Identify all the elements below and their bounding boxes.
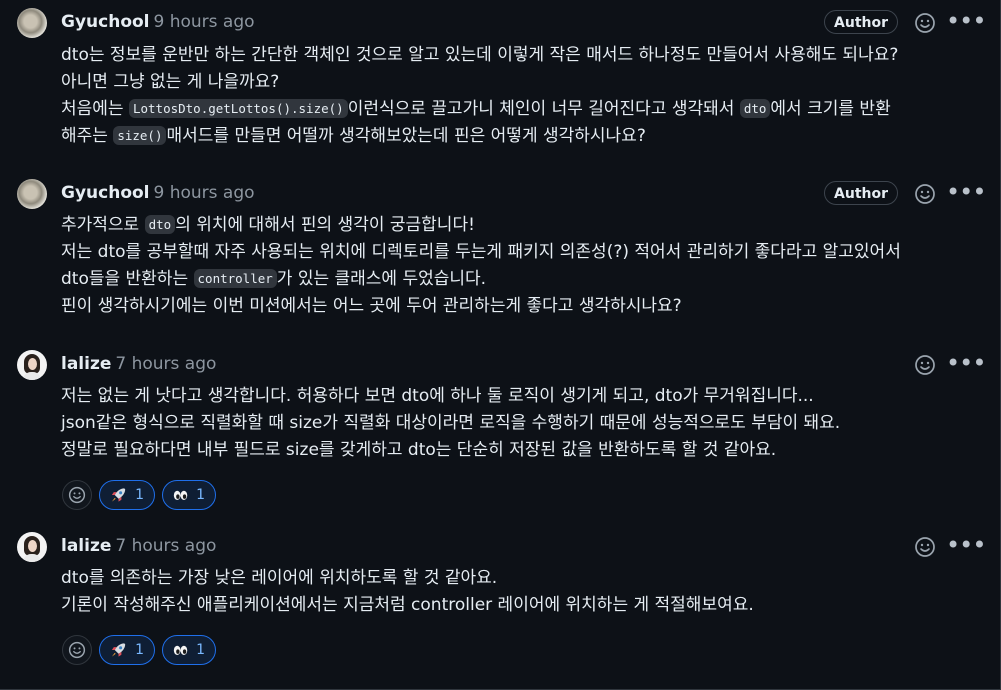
text: 아니면 그냥 없는 게 나을까요? (61, 72, 280, 92)
timestamp[interactable]: 9 hours ago (154, 12, 255, 32)
kebab-horizontal-icon: ••• (946, 178, 986, 206)
comment-actions: ••• (914, 533, 986, 560)
author-name[interactable]: lalize (61, 354, 111, 374)
inline-code: LottosDto.getLottos().size() (128, 99, 348, 118)
comment-actions: ••• (914, 180, 986, 207)
eyes-icon (173, 645, 188, 656)
comment-header: Gyuchool 9 hours ago Author ••• (17, 8, 986, 38)
inline-code: dto (739, 99, 771, 118)
comment-header: lalize 7 hours ago ••• (17, 350, 986, 380)
text: 정말로 필요하다면 내부 필드로 size를 갖게하고 dto는 단순히 저장된… (61, 440, 777, 460)
reaction-count: 1 (196, 487, 205, 503)
comment-body: 저는 없는 게 낫다고 생각합니다. 허용하다 보면 dto에 하나 둘 로직이… (61, 383, 982, 464)
reaction-rocket[interactable]: 1 (99, 635, 155, 665)
kebab-horizontal-icon: ••• (946, 531, 986, 559)
avatar[interactable] (17, 532, 47, 562)
text: json같은 형식으로 직렬화할 때 size가 직렬화 대상이라면 로직을 수… (61, 413, 841, 433)
add-reaction-button[interactable] (62, 635, 92, 665)
kebab-horizontal-icon: ••• (946, 7, 986, 35)
comment-header: Gyuchool 9 hours ago Author ••• (17, 179, 986, 209)
avatar[interactable] (17, 8, 47, 38)
author-badge: Author (824, 181, 898, 205)
inline-code: dto (144, 215, 176, 234)
comment-line: 기론이 작성해주신 애플리케이션에서는 지금처럼 controller 레이어에… (61, 592, 982, 619)
comment-line: 해주는 size() 매서드를 만들면 어떨까 생각해보았는데 핀은 어떻게 생각… (61, 123, 982, 150)
add-reaction-button[interactable] (914, 354, 936, 376)
timestamp[interactable]: 7 hours ago (115, 536, 216, 556)
timestamp[interactable]: 7 hours ago (115, 354, 216, 374)
add-reaction-button[interactable] (914, 12, 936, 34)
smiley-icon (68, 641, 86, 659)
reaction-count: 1 (135, 642, 144, 658)
inline-code: size() (113, 126, 167, 145)
comment-actions: ••• (914, 351, 986, 378)
text: dto는 정보를 운반만 하는 간단한 객체인 것으로 알고 있는데 이렇게 작… (61, 45, 899, 65)
text: 해주는 (61, 126, 114, 146)
text: 에서 크기를 반환 (770, 99, 891, 119)
smiley-icon (68, 486, 86, 504)
author-line: lalize 7 hours ago (61, 535, 216, 557)
text: 기론이 작성해주신 애플리케이션에서는 지금처럼 controller 레이어에… (61, 595, 754, 615)
text: 가 있는 클래스에 두었습니다. (276, 269, 487, 289)
comment-line: 저는 없는 게 낫다고 생각합니다. 허용하다 보면 dto에 하나 둘 로직이… (61, 383, 982, 410)
text: 처음에는 (61, 99, 129, 119)
inline-code: controller (193, 269, 277, 288)
rocket-icon (111, 643, 126, 657)
comment-line: 아니면 그냥 없는 게 나을까요? (61, 69, 982, 96)
text: 저는 없는 게 낫다고 생각합니다. 허용하다 보면 dto에 하나 둘 로직이… (61, 386, 814, 406)
comment-line: 저는 dto를 공부할때 자주 사용되는 위치에 디렉토리를 두는게 패키지 의… (61, 239, 982, 266)
author-line: Gyuchool 9 hours ago (61, 182, 255, 204)
comment-line: 정말로 필요하다면 내부 필드로 size를 갖게하고 dto는 단순히 저장된… (61, 437, 982, 464)
smiley-icon (915, 13, 935, 33)
add-reaction-button[interactable] (914, 183, 936, 205)
reaction-eyes[interactable]: 1 (162, 480, 216, 510)
author-line: Gyuchool 9 hours ago (61, 11, 255, 33)
text: 매서드를 만들면 어떨까 생각해보았는데 핀은 어떻게 생각하시나요? (166, 126, 646, 146)
author-line: lalize 7 hours ago (61, 353, 216, 375)
add-reaction-button[interactable] (62, 480, 92, 510)
comment-header: lalize 7 hours ago ••• (17, 532, 986, 562)
kebab-horizontal-icon: ••• (946, 349, 986, 377)
avatar[interactable] (17, 350, 47, 380)
author-badge: Author (824, 10, 898, 34)
avatar[interactable] (17, 179, 47, 209)
author-name[interactable]: Gyuchool (61, 12, 150, 32)
comment-actions: ••• (914, 9, 986, 36)
smiley-icon (915, 184, 935, 204)
text: 추가적으로 (61, 215, 145, 235)
more-options-button[interactable]: ••• (946, 351, 986, 378)
author-name[interactable]: Gyuchool (61, 183, 150, 203)
comment-line: dto는 정보를 운반만 하는 간단한 객체인 것으로 알고 있는데 이렇게 작… (61, 42, 982, 69)
comment-line: 처음에는 LottosDto.getLottos().size() 이런식으로 끌… (61, 96, 982, 123)
text: dto들을 반환하는 (61, 269, 194, 289)
comment-line: json같은 형식으로 직렬화할 때 size가 직렬화 대상이라면 로직을 수… (61, 410, 982, 437)
reaction-rocket[interactable]: 1 (99, 480, 155, 510)
rocket-icon (111, 488, 126, 502)
add-reaction-button[interactable] (914, 536, 936, 558)
reaction-count: 1 (196, 642, 205, 658)
eyes-icon (173, 490, 188, 501)
more-options-button[interactable]: ••• (946, 180, 986, 207)
comment-line: 핀이 생각하시기에는 이번 미션에서는 어느 곳에 두어 관리하는게 좋다고 생… (61, 293, 982, 320)
author-name[interactable]: lalize (61, 536, 111, 556)
comment-line: dto들을 반환하는 controller 가 있는 클래스에 두었습니다. (61, 266, 982, 293)
more-options-button[interactable]: ••• (946, 9, 986, 36)
comment-line: dto를 의존하는 가장 낮은 레이어에 위치하도록 할 것 같아요. (61, 565, 982, 592)
timestamp[interactable]: 9 hours ago (154, 183, 255, 203)
text: 핀이 생각하시기에는 이번 미션에서는 어느 곳에 두어 관리하는게 좋다고 생… (61, 296, 682, 316)
text: 저는 dto를 공부할때 자주 사용되는 위치에 디렉토리를 두는게 패키지 의… (61, 242, 901, 262)
text: dto를 의존하는 가장 낮은 레이어에 위치하도록 할 것 같아요. (61, 568, 498, 588)
reaction-count: 1 (135, 487, 144, 503)
comment-line: 추가적으로 dto 의 위치에 대해서 핀의 생각이 궁금합니다! (61, 212, 982, 239)
comment-body: dto는 정보를 운반만 하는 간단한 객체인 것으로 알고 있는데 이렇게 작… (61, 42, 982, 150)
smiley-icon (915, 537, 935, 557)
smiley-icon (915, 355, 935, 375)
reaction-eyes[interactable]: 1 (162, 635, 216, 665)
more-options-button[interactable]: ••• (946, 533, 986, 560)
comment-body: 추가적으로 dto 의 위치에 대해서 핀의 생각이 궁금합니다! 저는 dto를… (61, 212, 982, 320)
text: 의 위치에 대해서 핀의 생각이 궁금합니다! (175, 215, 475, 235)
text: 이런식으로 끌고가니 체인이 너무 길어진다고 생각돼서 (347, 99, 740, 119)
comment-body: dto를 의존하는 가장 낮은 레이어에 위치하도록 할 것 같아요. 기론이 … (61, 565, 982, 619)
